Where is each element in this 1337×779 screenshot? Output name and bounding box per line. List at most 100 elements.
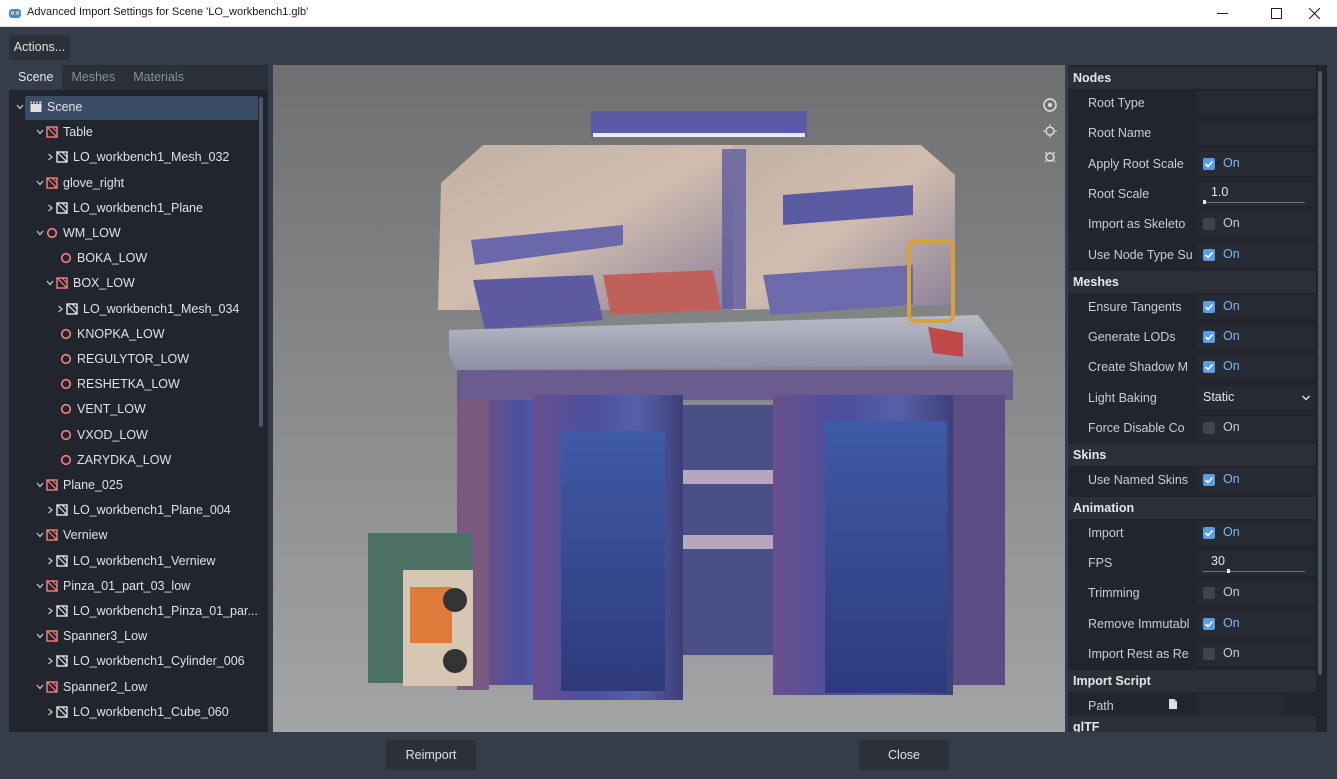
checkbox[interactable]: On [1197,242,1315,267]
checkbox[interactable]: On [1197,581,1315,606]
tree-item[interactable]: LO_workbench1_Plane_004 [12,499,257,523]
rotate-view-icon[interactable] [1042,97,1058,113]
chevron-down-icon[interactable] [35,228,45,238]
tree-item[interactable]: RESHETKA_LOW [12,373,257,397]
tree-item[interactable]: LO_workbench1_Pinza_01_par... [12,600,258,624]
tree-item[interactable]: KNOPKA_LOW [12,323,257,347]
chevron-down-icon[interactable] [15,102,25,112]
section-header[interactable]: Skins [1068,444,1316,467]
tree-item[interactable]: VXOD_LOW [12,424,257,448]
chevron-down-icon[interactable] [35,631,45,641]
chevron-right-icon[interactable] [45,606,55,616]
tree-item[interactable]: LO_workbench1_Mesh_032 [12,146,257,170]
checkbox[interactable]: On [1197,355,1315,380]
tab-materials[interactable]: Materials [124,65,193,90]
checkbox-checked-icon[interactable] [1203,157,1215,170]
chevron-down-icon[interactable] [35,682,45,692]
tree-item[interactable]: Verniew [12,524,257,548]
close-button[interactable]: Close [859,740,949,770]
chevron-right-icon[interactable] [45,505,55,515]
tree-item[interactable]: Spanner2_Low [12,676,257,700]
chevron-down-icon[interactable] [35,178,45,188]
checkbox[interactable]: On [1197,294,1315,319]
actions-menu-button[interactable]: Actions... [9,35,70,60]
chevron-right-icon[interactable] [45,556,55,566]
chevron-down-icon[interactable] [35,530,45,540]
tree-item[interactable]: BOKA_LOW [12,247,257,271]
tree-item[interactable]: LO_workbench1_Cylinder_006 [12,650,257,674]
slider-track[interactable] [1203,570,1305,572]
checkbox[interactable]: On [1197,325,1315,350]
chevron-right-icon[interactable] [45,203,55,213]
path-field[interactable] [1197,694,1285,719]
checkbox[interactable]: On [1197,468,1315,493]
3d-preview-viewport[interactable] [273,65,1065,732]
section-header[interactable]: Import Script [1068,670,1316,693]
chevron-down-icon[interactable] [35,480,45,490]
scene-tree[interactable]: Scene Table LO_workbench1_Mesh_032 glove_ri… [9,96,258,732]
tree-item[interactable]: LO_workbench1_Verniew [12,550,257,574]
tree-item[interactable]: Pinza_01_part_03_low [12,575,257,599]
chevron-down-icon[interactable] [35,127,45,137]
checkbox[interactable]: On [1197,641,1315,666]
tree-item[interactable]: Table [12,121,257,145]
tab-meshes[interactable]: Meshes [62,65,124,90]
chevron-right-icon[interactable] [45,707,55,717]
tree-item[interactable]: REGULYTOR_LOW [12,348,257,372]
close-window-button[interactable] [1291,0,1337,27]
light-baking-select[interactable]: Static [1197,385,1315,410]
tree-item[interactable]: glove_right [12,172,257,196]
checkbox-unchecked-icon[interactable] [1203,422,1215,434]
chevron-down-icon[interactable] [45,278,55,288]
checkbox-unchecked-icon[interactable] [1203,647,1215,660]
slider-grabber[interactable] [1227,568,1230,573]
slider-grabber[interactable] [1203,199,1206,204]
section-header[interactable]: glTF [1068,716,1316,732]
tree-item[interactable]: Plane_025 [12,474,257,498]
checkbox[interactable]: On [1197,611,1315,636]
slider-track[interactable] [1203,201,1305,203]
minimize-button[interactable] [1199,0,1245,27]
tab-scene[interactable]: Scene [9,65,63,90]
checkbox-checked-icon[interactable] [1203,617,1215,630]
checkbox-checked-icon[interactable] [1203,331,1215,344]
section-header[interactable]: Nodes [1068,67,1316,89]
spin-slider[interactable]: 30 [1197,550,1315,575]
checkbox-checked-icon[interactable] [1203,300,1215,313]
reimport-button[interactable]: Reimport [386,740,476,770]
tree-item[interactable]: LO_workbench1_Mesh_034 [12,298,257,322]
light-toggle-2-icon[interactable] [1042,149,1058,165]
checkbox-checked-icon[interactable] [1203,474,1215,487]
text-field[interactable] [1197,121,1315,146]
tree-item[interactable]: VENT_LOW [12,398,257,422]
tree-item[interactable]: WM_LOW [12,222,257,246]
checkbox-checked-icon[interactable] [1203,361,1215,374]
section-header[interactable]: Animation [1068,496,1316,519]
checkbox[interactable]: On [1197,520,1315,545]
checkbox-checked-icon[interactable] [1203,526,1215,539]
checkbox[interactable]: On [1197,212,1315,237]
tree-scrollbar[interactable] [259,97,263,427]
checkbox-unchecked-icon[interactable] [1203,587,1215,600]
tree-item[interactable]: ZARYDKA_LOW [12,449,257,473]
title-bar[interactable]: Advanced Import Settings for Scene 'LO_w… [0,0,1337,27]
inspector-scrollbar[interactable] [1318,71,1322,675]
section-header[interactable]: Meshes [1068,270,1316,293]
light-toggle-icon[interactable] [1042,123,1058,139]
text-field[interactable] [1197,91,1315,115]
chevron-right-icon[interactable] [55,304,65,314]
checkbox[interactable]: On [1197,416,1315,440]
chevron-right-icon[interactable] [45,152,55,162]
checkbox-checked-icon[interactable] [1203,248,1215,261]
tree-item[interactable]: LO_workbench1_Cube_060 [12,701,257,725]
tree-item[interactable]: LO_workbench1_Plane [12,197,257,221]
tree-item[interactable]: BOX_LOW [12,272,257,296]
chevron-right-icon[interactable] [45,656,55,666]
spin-slider[interactable]: 1.0 [1197,181,1315,206]
browse-file-button[interactable] [1160,692,1186,716]
checkbox-unchecked-icon[interactable] [1203,218,1215,231]
checkbox[interactable]: On [1197,151,1315,176]
chevron-down-icon[interactable] [35,581,45,591]
tree-item[interactable]: Scene [16,96,258,120]
tree-item[interactable]: Spanner3_Low [12,625,257,649]
